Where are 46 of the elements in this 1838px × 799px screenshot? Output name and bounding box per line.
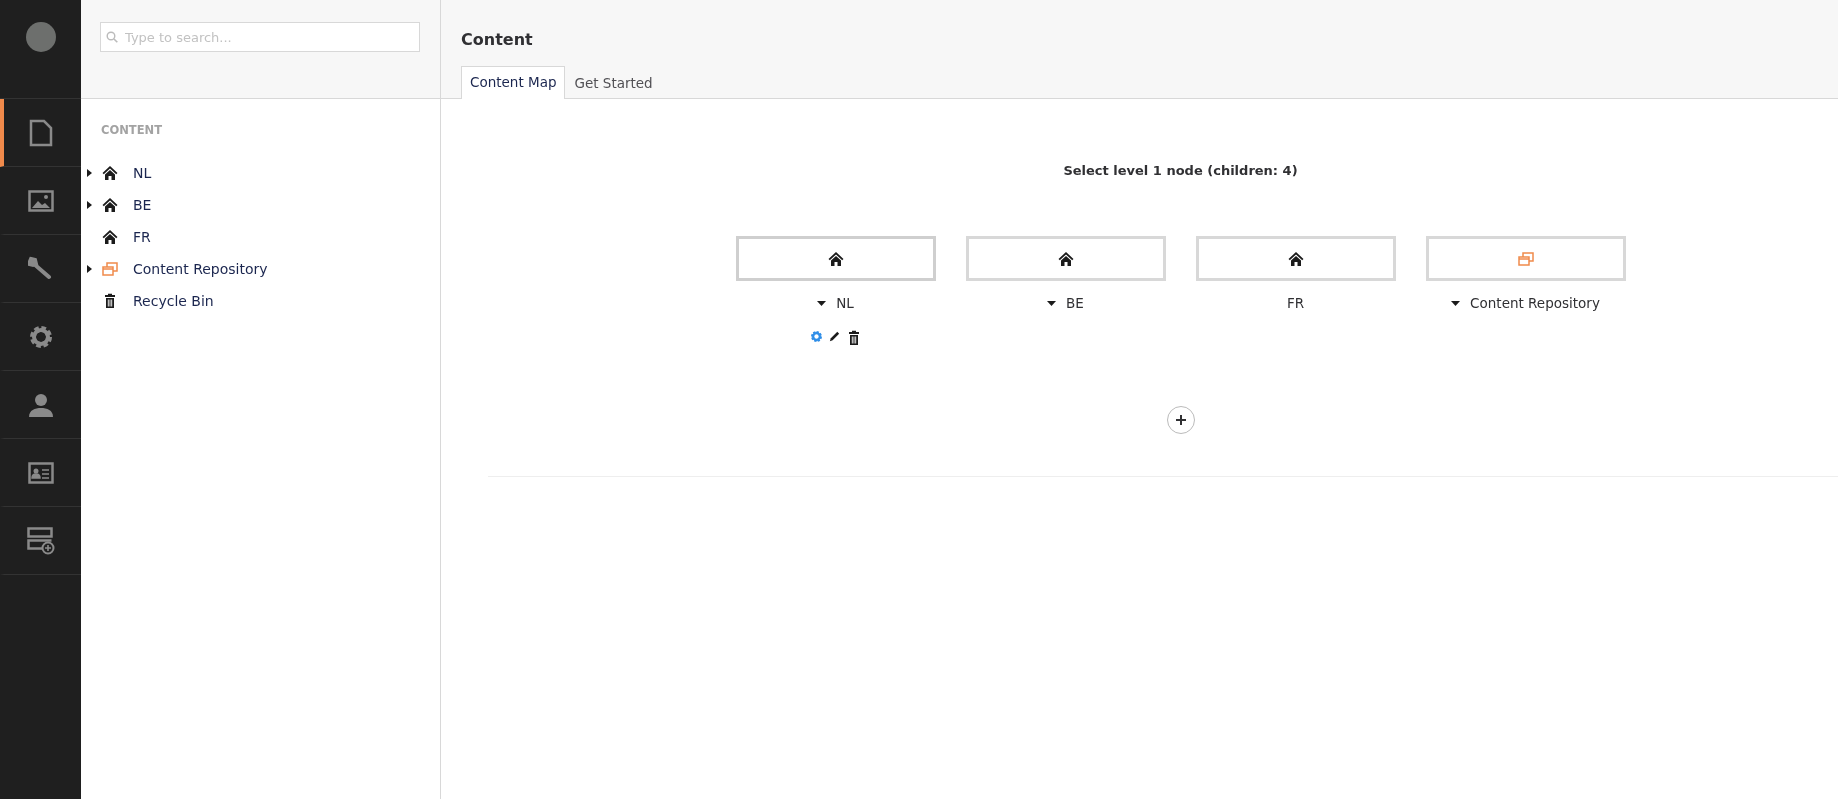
expand-caret-icon[interactable] bbox=[87, 265, 92, 273]
node-card[interactable] bbox=[965, 236, 1166, 281]
map-caption: Select level 1 node (children: 4) bbox=[1063, 163, 1298, 178]
expand-caret-icon[interactable] bbox=[1047, 300, 1057, 306]
stacked-forms-plus-icon bbox=[26, 526, 55, 555]
house-icon bbox=[102, 197, 118, 213]
expand-caret-icon[interactable] bbox=[817, 300, 827, 306]
node-label[interactable]: Content Repository bbox=[1470, 295, 1600, 311]
expand-caret-icon[interactable] bbox=[87, 201, 92, 209]
node-label[interactable]: FR bbox=[1286, 295, 1305, 311]
house-icon bbox=[102, 229, 118, 245]
expand-caret-icon[interactable] bbox=[87, 169, 92, 177]
tree-item[interactable]: NL bbox=[133, 165, 152, 181]
house-icon bbox=[1287, 250, 1304, 267]
node-card[interactable] bbox=[735, 236, 936, 281]
windows-icon bbox=[1517, 250, 1534, 267]
house-icon bbox=[102, 165, 118, 181]
tree-item[interactable]: FR bbox=[133, 229, 151, 245]
tree-item[interactable]: BE bbox=[133, 197, 152, 213]
id-card-icon bbox=[27, 461, 54, 484]
expand-caret-icon[interactable] bbox=[1451, 300, 1461, 306]
page-title: Content bbox=[461, 30, 534, 49]
node-label[interactable]: BE bbox=[1066, 295, 1084, 311]
user-avatar[interactable] bbox=[25, 22, 56, 52]
plus-icon bbox=[1175, 415, 1186, 425]
pencil-icon[interactable] bbox=[827, 330, 841, 343]
search-field[interactable]: Type to search... bbox=[100, 22, 420, 52]
wrench-icon bbox=[27, 255, 54, 282]
node-card[interactable] bbox=[1425, 236, 1626, 281]
house-icon bbox=[827, 250, 844, 267]
section-tab[interactable] bbox=[0, 99, 81, 167]
trash-icon bbox=[102, 293, 118, 309]
image-icon bbox=[27, 189, 54, 212]
add-button[interactable] bbox=[1166, 406, 1195, 434]
person-icon bbox=[27, 391, 54, 418]
house-icon bbox=[1057, 250, 1074, 267]
windows-icon bbox=[102, 261, 118, 277]
tree-heading: CONTENT bbox=[100, 122, 163, 139]
tree-item[interactable]: Recycle Bin bbox=[133, 293, 214, 309]
tree-item[interactable]: Content Repository bbox=[133, 261, 268, 277]
node-label[interactable]: NL bbox=[836, 295, 854, 311]
tab[interactable]: Content Map bbox=[461, 66, 566, 99]
gear-icon bbox=[27, 323, 54, 350]
node-card[interactable] bbox=[1195, 236, 1396, 281]
tab[interactable]: Get Started bbox=[565, 66, 662, 99]
document-icon bbox=[28, 118, 53, 147]
